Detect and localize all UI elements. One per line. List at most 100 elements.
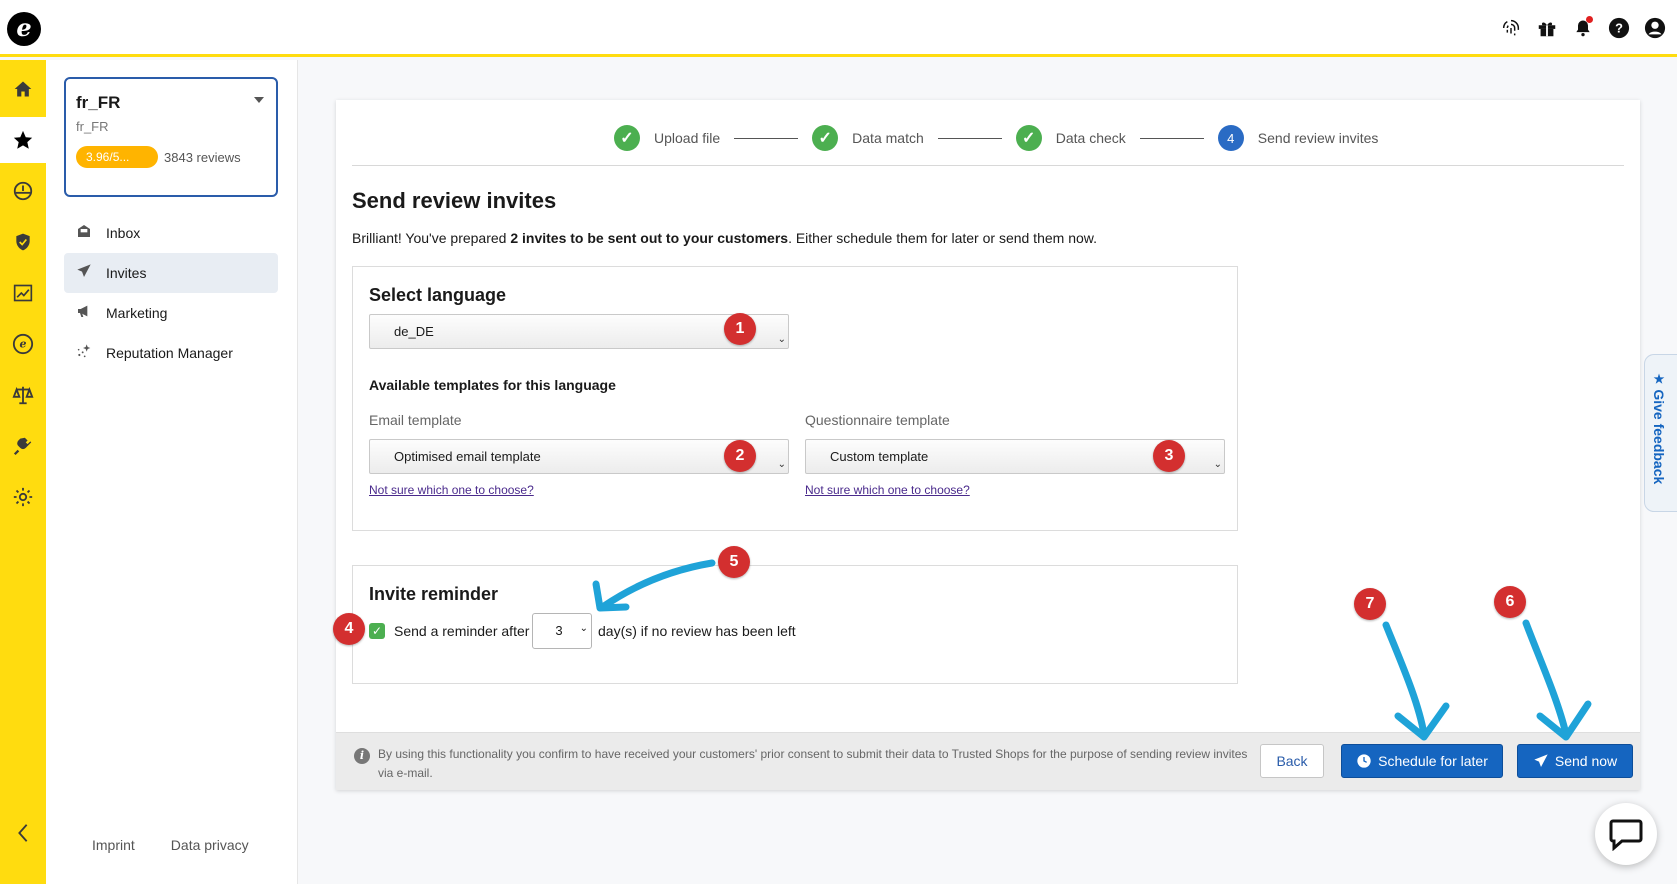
sidebar-item-label: Reputation Manager: [106, 345, 233, 361]
shield-icon[interactable]: [0, 219, 46, 265]
questionnaire-template-help-link[interactable]: Not sure which one to choose?: [805, 483, 970, 497]
clock-icon: [1357, 754, 1371, 768]
shop-sidebar: fr_FR fr_FR 3.96/5... 3843 reviews Inbox…: [46, 60, 298, 884]
imprint-link[interactable]: Imprint: [92, 837, 135, 853]
chevron-left-icon[interactable]: [0, 810, 46, 856]
balance-icon[interactable]: [0, 372, 46, 418]
star-icon[interactable]: [0, 117, 46, 163]
notification-dot: [1586, 16, 1593, 23]
chart-icon[interactable]: [0, 270, 46, 316]
trusted-icon[interactable]: e: [0, 321, 46, 367]
trusted-shops-logo[interactable]: e: [7, 12, 41, 46]
section-title: Invite reminder: [369, 584, 499, 604]
questionnaire-template-label: Questionnaire template: [805, 412, 950, 428]
caret-down-icon[interactable]: [254, 97, 264, 103]
reminder-days-input[interactable]: 3 ⌄: [532, 613, 592, 649]
gear-icon[interactable]: [0, 474, 46, 520]
check-icon: ✓: [812, 125, 839, 151]
svg-text:e: e: [20, 338, 27, 351]
annotation-badge-2: 2: [724, 440, 756, 472]
reminder-checkbox[interactable]: ✓: [369, 623, 385, 639]
email-template-help-link[interactable]: Not sure which one to choose?: [369, 483, 534, 497]
sidebar-item-invites[interactable]: Invites: [64, 253, 278, 293]
sparkle-stars-icon: [74, 343, 94, 363]
back-button[interactable]: Back: [1260, 744, 1324, 778]
annotation-badge-5: 5: [718, 546, 750, 578]
reminder-label: Send a reminder after: [394, 623, 530, 639]
svg-text:?: ?: [1615, 21, 1623, 36]
send-now-button[interactable]: Send now: [1517, 744, 1633, 778]
chat-button[interactable]: [1595, 803, 1657, 865]
shop-rating-row: 3.96/5... 3843 reviews: [76, 146, 266, 168]
sidebar-item-inbox[interactable]: Inbox: [64, 213, 278, 253]
help-icon[interactable]: ?: [1607, 16, 1631, 40]
main-rail: e: [0, 60, 46, 884]
chat-bubble-icon: [1609, 819, 1643, 851]
megaphone-icon: [74, 303, 94, 323]
top-icons: ?: [1499, 16, 1667, 40]
chevron-down-icon: ⌄: [777, 459, 786, 470]
action-bar: i By using this functionality you confir…: [336, 732, 1640, 790]
sidebar-item-reputation[interactable]: Reputation Manager: [64, 333, 278, 373]
templates-heading: Available templates for this language: [369, 377, 616, 393]
wizard-stepper: ✓ Upload file ✓ Data match ✓ Data check …: [614, 124, 1378, 152]
plug-icon[interactable]: [0, 423, 46, 469]
step-upload-file: ✓ Upload file: [614, 125, 720, 151]
step-data-check: ✓ Data check: [1015, 125, 1126, 151]
top-bar: e ?: [0, 0, 1677, 57]
home-icon[interactable]: [0, 66, 46, 112]
paper-plane-icon: [74, 263, 94, 283]
step-connector: [734, 137, 799, 139]
consent-text: By using this functionality you confirm …: [378, 747, 1248, 780]
step-connector: [937, 137, 1002, 139]
reminder-section: Invite reminder ✓ Send a reminder after …: [352, 565, 1238, 684]
annotation-badge-6: 6: [1494, 586, 1526, 618]
review-count: 3843 reviews: [164, 149, 241, 165]
give-feedback-label[interactable]: ★ Give feedback: [1651, 372, 1667, 484]
check-icon: ✓: [614, 125, 640, 151]
chevron-down-icon: ⌄: [1213, 459, 1222, 470]
shop-selector[interactable]: fr_FR fr_FR 3.96/5... 3843 reviews: [64, 77, 278, 197]
language-section: Select language de_DE ⌄ Available templat…: [352, 266, 1238, 531]
annotation-badge-7: 7: [1354, 588, 1386, 620]
sidebar-item-marketing[interactable]: Marketing: [64, 293, 278, 333]
step-number: 4: [1217, 125, 1244, 151]
schedule-later-button[interactable]: Schedule for later: [1341, 744, 1503, 778]
step-data-match: ✓ Data match: [812, 125, 924, 151]
intro-text: Brilliant! You've prepared 2 invites to …: [352, 230, 1097, 246]
shop-name: fr_FR: [76, 93, 121, 112]
data-privacy-link[interactable]: Data privacy: [171, 837, 249, 853]
chevron-down-icon: ⌄: [777, 334, 786, 345]
step-label: Send review invites: [1257, 130, 1379, 146]
sidebar-nav: Inbox Invites Marketing Reputation Manag…: [64, 213, 278, 373]
rating-badge: 3.96/5...: [76, 146, 158, 168]
sidebar-item-label: Marketing: [106, 305, 168, 321]
step-label: Data check: [1055, 130, 1126, 146]
star-icon: ★: [1652, 372, 1666, 390]
step-label: Data match: [852, 130, 924, 146]
step-label: Upload file: [654, 130, 721, 146]
chevron-down-icon: ⌄: [579, 623, 588, 634]
step-send-invites: 4 Send review invites: [1217, 125, 1379, 151]
fingerprint-icon[interactable]: [1499, 16, 1523, 40]
annotation-badge-1: 1: [724, 313, 756, 345]
sidebar-item-label: Inbox: [106, 225, 141, 241]
divider: [352, 165, 1624, 166]
gift-icon[interactable]: [1535, 16, 1559, 40]
reminder-suffix: day(s) if no review has been left: [598, 623, 796, 639]
info-icon: i: [354, 748, 370, 764]
sidebar-item-label: Invites: [106, 265, 147, 281]
paper-plane-icon: [1534, 754, 1548, 767]
dashboard-icon[interactable]: [0, 168, 46, 214]
check-icon: ✓: [1015, 125, 1042, 151]
send-invites-card: ✓ Upload file ✓ Data match ✓ Data check …: [336, 100, 1640, 790]
section-title: Select language: [369, 285, 507, 305]
user-icon[interactable]: [1643, 16, 1667, 40]
bell-icon[interactable]: [1571, 16, 1595, 40]
invite-count-text: 2 invites to be sent out to your custome…: [510, 230, 789, 246]
annotation-badge-4: 4: [333, 613, 365, 645]
annotation-badge-3: 3: [1153, 440, 1185, 472]
inbox-icon: [74, 223, 94, 243]
email-template-label: Email template: [369, 412, 462, 428]
sidebar-footer: Imprint Data privacy: [92, 837, 249, 853]
